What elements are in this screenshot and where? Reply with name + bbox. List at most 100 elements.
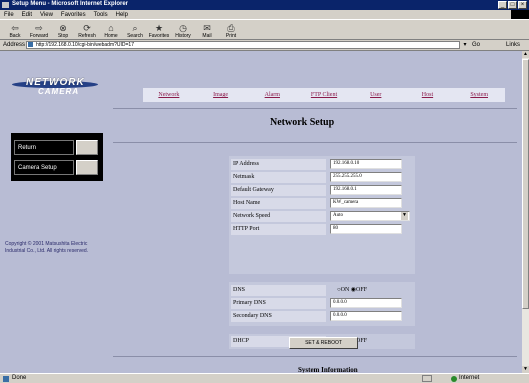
dns-label: DNS bbox=[231, 285, 326, 296]
maximize-button[interactable]: □ bbox=[508, 1, 517, 9]
go-button[interactable]: Go bbox=[472, 42, 480, 48]
menu-edit[interactable]: Edit bbox=[22, 12, 32, 18]
address-input[interactable]: http://192.168.0.10/cgi-bin/webadm?UID=1… bbox=[26, 41, 460, 49]
primary-dns-row: Primary DNS 0.0.0.0 bbox=[229, 297, 415, 310]
tab-ftp-client[interactable]: FTP Client bbox=[298, 92, 350, 98]
page-icon bbox=[28, 42, 33, 47]
nav-return-button[interactable] bbox=[76, 140, 98, 155]
tab-user[interactable]: User bbox=[350, 92, 402, 98]
refresh-button[interactable]: ⟳ Refresh bbox=[75, 20, 99, 39]
dns-off-label: OFF bbox=[356, 287, 368, 293]
gateway-row: Default Gateway 192.168.0.1 bbox=[229, 184, 415, 197]
tab-network[interactable]: Network bbox=[143, 92, 195, 98]
host-name-input[interactable]: KW_camera bbox=[330, 198, 402, 208]
dns-settings-form: DNS ○ON ◉OFF Primary DNS 0.0.0.0 Seconda… bbox=[229, 282, 415, 326]
network-speed-select[interactable]: Auto ▼ bbox=[330, 211, 410, 221]
tab-alarm[interactable]: Alarm bbox=[246, 92, 298, 98]
page-done-icon bbox=[3, 376, 9, 382]
gateway-label: Default Gateway bbox=[231, 185, 326, 196]
netmask-label: Netmask bbox=[231, 172, 326, 183]
setup-tabs: Network Image Alarm FTP Client User Host… bbox=[143, 88, 505, 102]
ip-address-label: IP Address bbox=[231, 159, 326, 170]
logo-camera-text: CAMERA bbox=[38, 87, 80, 96]
ip-address-row: IP Address 192.168.0.10 bbox=[229, 158, 415, 171]
minimize-button[interactable]: _ bbox=[498, 1, 507, 9]
print-icon: ⎙ bbox=[227, 23, 235, 33]
ip-address-input[interactable]: 192.168.0.10 bbox=[330, 159, 402, 169]
secondary-dns-input[interactable]: 0.0.0.0 bbox=[330, 311, 402, 321]
close-button[interactable]: × bbox=[518, 1, 527, 9]
nav-item-return[interactable]: Return bbox=[14, 139, 100, 156]
divider bbox=[113, 142, 517, 143]
set-reboot-button[interactable]: SET & REBOOT bbox=[289, 337, 358, 349]
host-name-row: Host Name KW_camera bbox=[229, 197, 415, 210]
netmask-row: Netmask 255.255.255.0 bbox=[229, 171, 415, 184]
mail-button[interactable]: ✉ Mail bbox=[195, 20, 219, 39]
vertical-scrollbar[interactable]: ▲ ▼ bbox=[522, 51, 529, 373]
stop-button[interactable]: ⊗ Stop bbox=[51, 20, 75, 39]
scroll-thumb[interactable] bbox=[522, 59, 529, 309]
secondary-dns-row: Secondary DNS 0.0.0.0 bbox=[229, 310, 415, 323]
gateway-input[interactable]: 192.168.0.1 bbox=[330, 185, 402, 195]
network-speed-row: Network Speed Auto ▼ bbox=[229, 210, 415, 223]
http-port-label: HTTP Port bbox=[231, 224, 326, 235]
tab-host[interactable]: Host bbox=[402, 92, 454, 98]
tab-system[interactable]: System bbox=[453, 92, 505, 98]
home-button[interactable]: ⌂ Home bbox=[99, 20, 123, 39]
divider bbox=[113, 108, 517, 109]
back-arrow-icon: ⇦ bbox=[11, 23, 19, 33]
side-nav: Return Camera Setup bbox=[11, 133, 103, 181]
status-bar: Done Internet bbox=[0, 373, 529, 383]
page-title: Network Setup bbox=[270, 117, 335, 128]
history-button[interactable]: ◷ History bbox=[171, 20, 195, 39]
nav-return-label[interactable]: Return bbox=[14, 140, 74, 155]
internet-zone-icon bbox=[451, 376, 457, 382]
primary-dns-label: Primary DNS bbox=[231, 298, 326, 309]
print-button[interactable]: ⎙ Print bbox=[219, 20, 243, 39]
forward-arrow-icon: ⇨ bbox=[35, 23, 43, 33]
menu-tools[interactable]: Tools bbox=[94, 12, 108, 18]
ie-icon bbox=[2, 2, 9, 8]
http-port-input[interactable]: 80 bbox=[330, 224, 402, 234]
primary-dns-input[interactable]: 0.0.0.0 bbox=[330, 298, 402, 308]
secondary-dns-label: Secondary DNS bbox=[231, 311, 326, 322]
host-name-label: Host Name bbox=[231, 198, 326, 209]
menu-view[interactable]: View bbox=[40, 12, 53, 18]
scroll-down-icon[interactable]: ▼ bbox=[522, 366, 529, 373]
divider bbox=[113, 356, 517, 357]
nav-camera-setup-label[interactable]: Camera Setup bbox=[14, 160, 74, 175]
back-button[interactable]: ⇦ Back bbox=[3, 20, 27, 39]
netmask-input[interactable]: 255.255.255.0 bbox=[330, 172, 402, 182]
scroll-up-icon[interactable]: ▲ bbox=[522, 51, 529, 58]
security-panel bbox=[422, 375, 432, 382]
zone-label: Internet bbox=[459, 375, 480, 381]
http-port-row: HTTP Port 80 bbox=[229, 223, 415, 236]
tab-image[interactable]: Image bbox=[195, 92, 247, 98]
mail-icon: ✉ bbox=[203, 23, 211, 33]
chevron-down-icon[interactable]: ▼ bbox=[401, 212, 408, 220]
menu-favorites[interactable]: Favorites bbox=[61, 12, 86, 18]
home-icon: ⌂ bbox=[108, 23, 114, 33]
stop-icon: ⊗ bbox=[59, 23, 67, 33]
browser-toolbar: ⇦ Back ⇨ Forward ⊗ Stop ⟳ Refresh ⌂ Home ⌕ Sea… bbox=[0, 19, 529, 40]
nav-item-camera-setup[interactable]: Camera Setup bbox=[14, 159, 100, 176]
history-icon: ◷ bbox=[179, 23, 187, 33]
favorites-icon: ★ bbox=[154, 23, 164, 33]
refresh-icon: ⟳ bbox=[83, 23, 91, 33]
search-button[interactable]: ⌕ Search bbox=[123, 20, 147, 39]
dns-row: DNS ○ON ◉OFF bbox=[229, 284, 415, 297]
network-settings-form: IP Address 192.168.0.10 Netmask 255.255.… bbox=[229, 156, 415, 274]
links-button[interactable]: Links bbox=[506, 42, 520, 48]
network-camera-logo: NETWORK CAMERA bbox=[12, 75, 99, 101]
window-title: Setup Menu - Microsoft Internet Explorer bbox=[12, 1, 129, 7]
address-dropdown-icon[interactable]: ▾ bbox=[461, 41, 469, 49]
favorites-button[interactable]: ★ Favorites bbox=[147, 20, 171, 39]
nav-camera-setup-button[interactable] bbox=[76, 160, 98, 175]
network-speed-value: Auto bbox=[333, 213, 343, 218]
menu-help[interactable]: Help bbox=[116, 12, 128, 18]
search-icon: ⌕ bbox=[132, 23, 138, 33]
menu-file[interactable]: File bbox=[4, 12, 14, 18]
menu-bar: File Edit View Favorites Tools Help bbox=[0, 10, 529, 20]
dns-on-label: ON bbox=[340, 287, 350, 293]
forward-button[interactable]: ⇨ Forward bbox=[27, 20, 51, 39]
